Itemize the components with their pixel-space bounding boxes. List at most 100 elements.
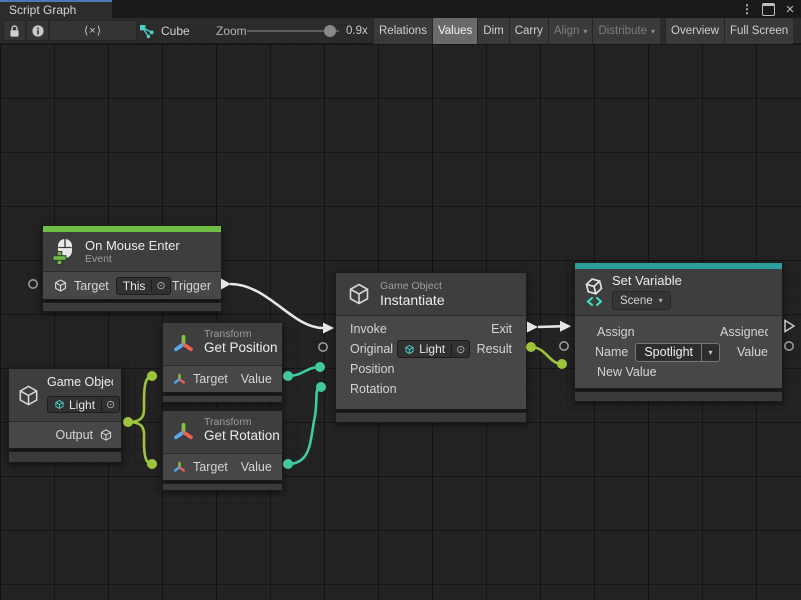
onmouseenter-target-port[interactable]	[29, 280, 37, 288]
node-subtitle: Event	[85, 253, 180, 265]
lock-button[interactable]	[3, 20, 26, 41]
tab-bar: Script Graph ⋮ ×	[0, 0, 801, 18]
rotation-input-port[interactable]	[316, 382, 326, 392]
value-port-label: Value	[241, 460, 272, 474]
cube-icon	[53, 278, 68, 293]
unity-logo-icon	[584, 277, 604, 296]
overflow-menu-icon[interactable]: ⋮	[740, 0, 754, 18]
graph-canvas[interactable]: On Mouse Enter Event Target This	[0, 44, 801, 600]
code-angle-icon: ⟨×⟩	[84, 24, 102, 37]
cube-icon	[99, 428, 113, 442]
dim-button[interactable]: Dim	[477, 18, 508, 44]
zoom-label: Zoom	[216, 18, 247, 44]
value-output-port[interactable]	[785, 342, 793, 350]
object-picker-icon[interactable]: ⊙	[151, 279, 169, 292]
rotation-port-label: Rotation	[350, 382, 397, 396]
script-graph-icon	[139, 24, 155, 39]
chevron-down-icon[interactable]: ▾	[701, 344, 719, 361]
info-button[interactable]	[26, 20, 49, 41]
position-port-label: Position	[350, 362, 394, 376]
variable-brackets-icon	[586, 297, 603, 306]
transform-axis-icon	[173, 373, 186, 386]
target-port-label: Target	[74, 279, 109, 293]
carry-button[interactable]: Carry	[509, 18, 548, 44]
wire-output-to-getposition-target	[128, 376, 152, 422]
node-game-object-literal[interactable]: Game Object Light	[8, 368, 122, 463]
result-port-label: Result	[477, 342, 512, 356]
tab-script-graph[interactable]: Script Graph	[0, 0, 112, 18]
getrotation-target-port[interactable]	[147, 459, 157, 469]
value-port-label: Value	[737, 345, 768, 359]
original-port-label: Original	[350, 342, 393, 356]
assign-flow-port[interactable]	[560, 321, 571, 332]
relations-button[interactable]: Relations	[373, 18, 432, 44]
transform-axis-icon	[171, 332, 196, 357]
name-input-port[interactable]	[560, 342, 568, 350]
trigger-flow-port[interactable]	[221, 279, 231, 290]
variable-scope-dropdown[interactable]: Scene ▾	[612, 291, 671, 310]
invoke-flow-port[interactable]	[323, 323, 334, 334]
target-object-field[interactable]: This ⊙	[116, 277, 171, 295]
node-get-rotation[interactable]: Transform Get Rotation Target	[162, 410, 283, 491]
node-footer	[162, 483, 283, 491]
node-instantiate[interactable]: Game Object Instantiate Invoke Exit Orig…	[335, 272, 527, 423]
output-value-port[interactable]	[123, 417, 133, 427]
exit-flow-port[interactable]	[527, 322, 538, 333]
node-on-mouse-enter[interactable]: On Mouse Enter Event Target This	[42, 225, 222, 312]
cube-icon	[346, 281, 372, 307]
node-get-position[interactable]: Transform Get Position Target	[162, 322, 283, 403]
object-value-field[interactable]: Light ⊙	[47, 396, 120, 413]
wire-output-to-getrotation-target	[128, 422, 152, 464]
getrotation-value-port[interactable]	[283, 459, 293, 469]
trigger-port-label: Trigger	[172, 279, 211, 293]
object-picker-icon[interactable]: ⊙	[101, 398, 119, 411]
script-graph-window: Script Graph ⋮ × ⟨×⟩	[0, 0, 801, 600]
node-footer	[42, 302, 222, 312]
close-icon[interactable]: ×	[780, 0, 800, 18]
exit-port-label: Exit	[491, 322, 512, 336]
code-view-button[interactable]: ⟨×⟩	[49, 20, 137, 41]
lock-icon	[8, 24, 21, 38]
object-picker-icon[interactable]: ⊙	[451, 343, 469, 356]
node-title: Get Position	[204, 340, 278, 355]
graph-toolbar: ⟨×⟩ Cube Zoom 0.9x Relations Values	[0, 18, 801, 44]
values-button[interactable]: Values	[432, 18, 477, 44]
node-category: Game Object	[380, 280, 445, 292]
new-value-port-label: New Value	[597, 365, 657, 379]
assigned-flow-port[interactable]	[785, 321, 794, 332]
distribute-dropdown[interactable]: Distribute ▾	[592, 18, 660, 44]
assign-port-label: Assign	[597, 325, 634, 339]
node-set-variable[interactable]: Set Variable Scene ▾ Assign Assigned Nam…	[574, 262, 783, 402]
overview-button[interactable]: Overview	[665, 18, 724, 44]
wire-getrotation-value-to-rotation	[288, 387, 321, 464]
wire-getposition-value-to-position	[288, 367, 320, 376]
node-footer	[335, 412, 527, 423]
result-value-port[interactable]	[526, 342, 536, 352]
position-input-port[interactable]	[315, 362, 325, 372]
invoke-port-label: Invoke	[350, 322, 387, 336]
node-footer	[574, 391, 783, 402]
transform-axis-icon	[173, 461, 186, 474]
node-title: On Mouse Enter	[85, 238, 180, 253]
maximize-icon[interactable]	[758, 0, 778, 18]
transform-axis-icon	[171, 420, 196, 445]
align-dropdown[interactable]: Align ▾	[548, 18, 593, 44]
gameobject-icon	[54, 399, 65, 410]
zoom-slider-knob[interactable]	[324, 25, 336, 37]
newvalue-input-port[interactable]	[557, 359, 567, 369]
original-input-port[interactable]	[319, 343, 327, 351]
cube-icon	[16, 383, 41, 408]
getposition-value-port[interactable]	[283, 371, 293, 381]
graph-reference[interactable]: Cube	[139, 18, 190, 44]
node-title: Set Variable	[612, 273, 682, 288]
target-port-label: Target	[193, 372, 228, 386]
node-title: Get Rotation	[204, 428, 280, 443]
node-category: Transform	[204, 328, 278, 340]
wire-result-to-newvalue	[531, 347, 562, 364]
variable-name-dropdown[interactable]: Spotlight ▾	[635, 343, 720, 362]
getposition-target-port[interactable]	[147, 371, 157, 381]
original-object-field[interactable]: Light ⊙	[397, 340, 470, 358]
node-title: Game Object	[47, 375, 113, 389]
fullscreen-button[interactable]: Full Screen	[724, 18, 793, 44]
node-title: Instantiate	[380, 292, 445, 308]
